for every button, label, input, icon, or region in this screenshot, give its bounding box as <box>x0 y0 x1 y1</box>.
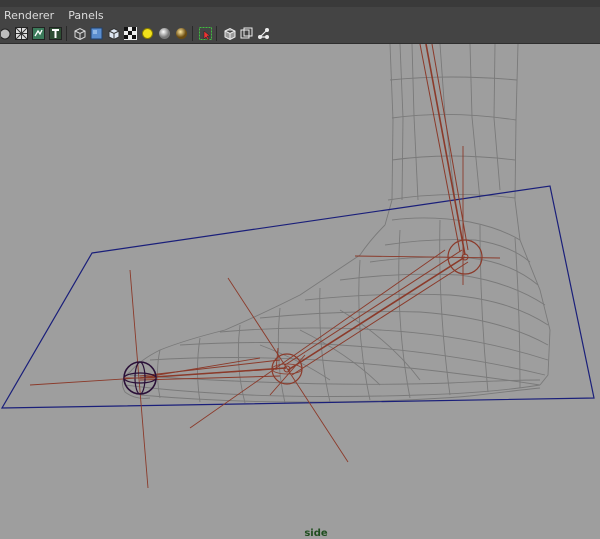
xray-joints-icon[interactable] <box>239 26 254 41</box>
textured-cube-icon[interactable] <box>106 26 121 41</box>
wireframe-cube-icon[interactable] <box>72 26 87 41</box>
camera-icon[interactable] <box>0 26 12 41</box>
bookmark-icon[interactable] <box>31 26 46 41</box>
toolbar-separator <box>192 26 193 41</box>
xray-cube-icon[interactable] <box>222 26 237 41</box>
toolbar-separator <box>216 26 217 41</box>
joint-chain[interactable] <box>29 44 501 489</box>
camera-name-label: side <box>304 528 328 539</box>
ik-rotate-plane[interactable] <box>0 185 595 409</box>
foot-mesh-wireframe[interactable] <box>121 44 551 404</box>
panel-toolbar <box>0 24 600 44</box>
shadow-icon[interactable] <box>174 26 189 41</box>
toolbar-separator <box>66 26 67 41</box>
checker-icon[interactable] <box>123 26 138 41</box>
menu-renderer[interactable]: Renderer <box>0 9 64 22</box>
panel-menu-bar: Renderer Panels <box>0 7 600 24</box>
scene-canvas <box>0 44 595 489</box>
viewport-side[interactable]: side <box>0 44 600 539</box>
text-icon[interactable] <box>48 26 63 41</box>
smooth-shade-cube-icon[interactable] <box>89 26 104 41</box>
all-lights-icon[interactable] <box>157 26 172 41</box>
menu-panels[interactable]: Panels <box>64 9 113 22</box>
default-light-icon[interactable] <box>140 26 155 41</box>
window-top-strip <box>0 0 600 7</box>
grid-icon[interactable] <box>14 26 29 41</box>
isolate-select-icon[interactable] <box>198 26 213 41</box>
joint-network-icon[interactable] <box>256 26 271 41</box>
